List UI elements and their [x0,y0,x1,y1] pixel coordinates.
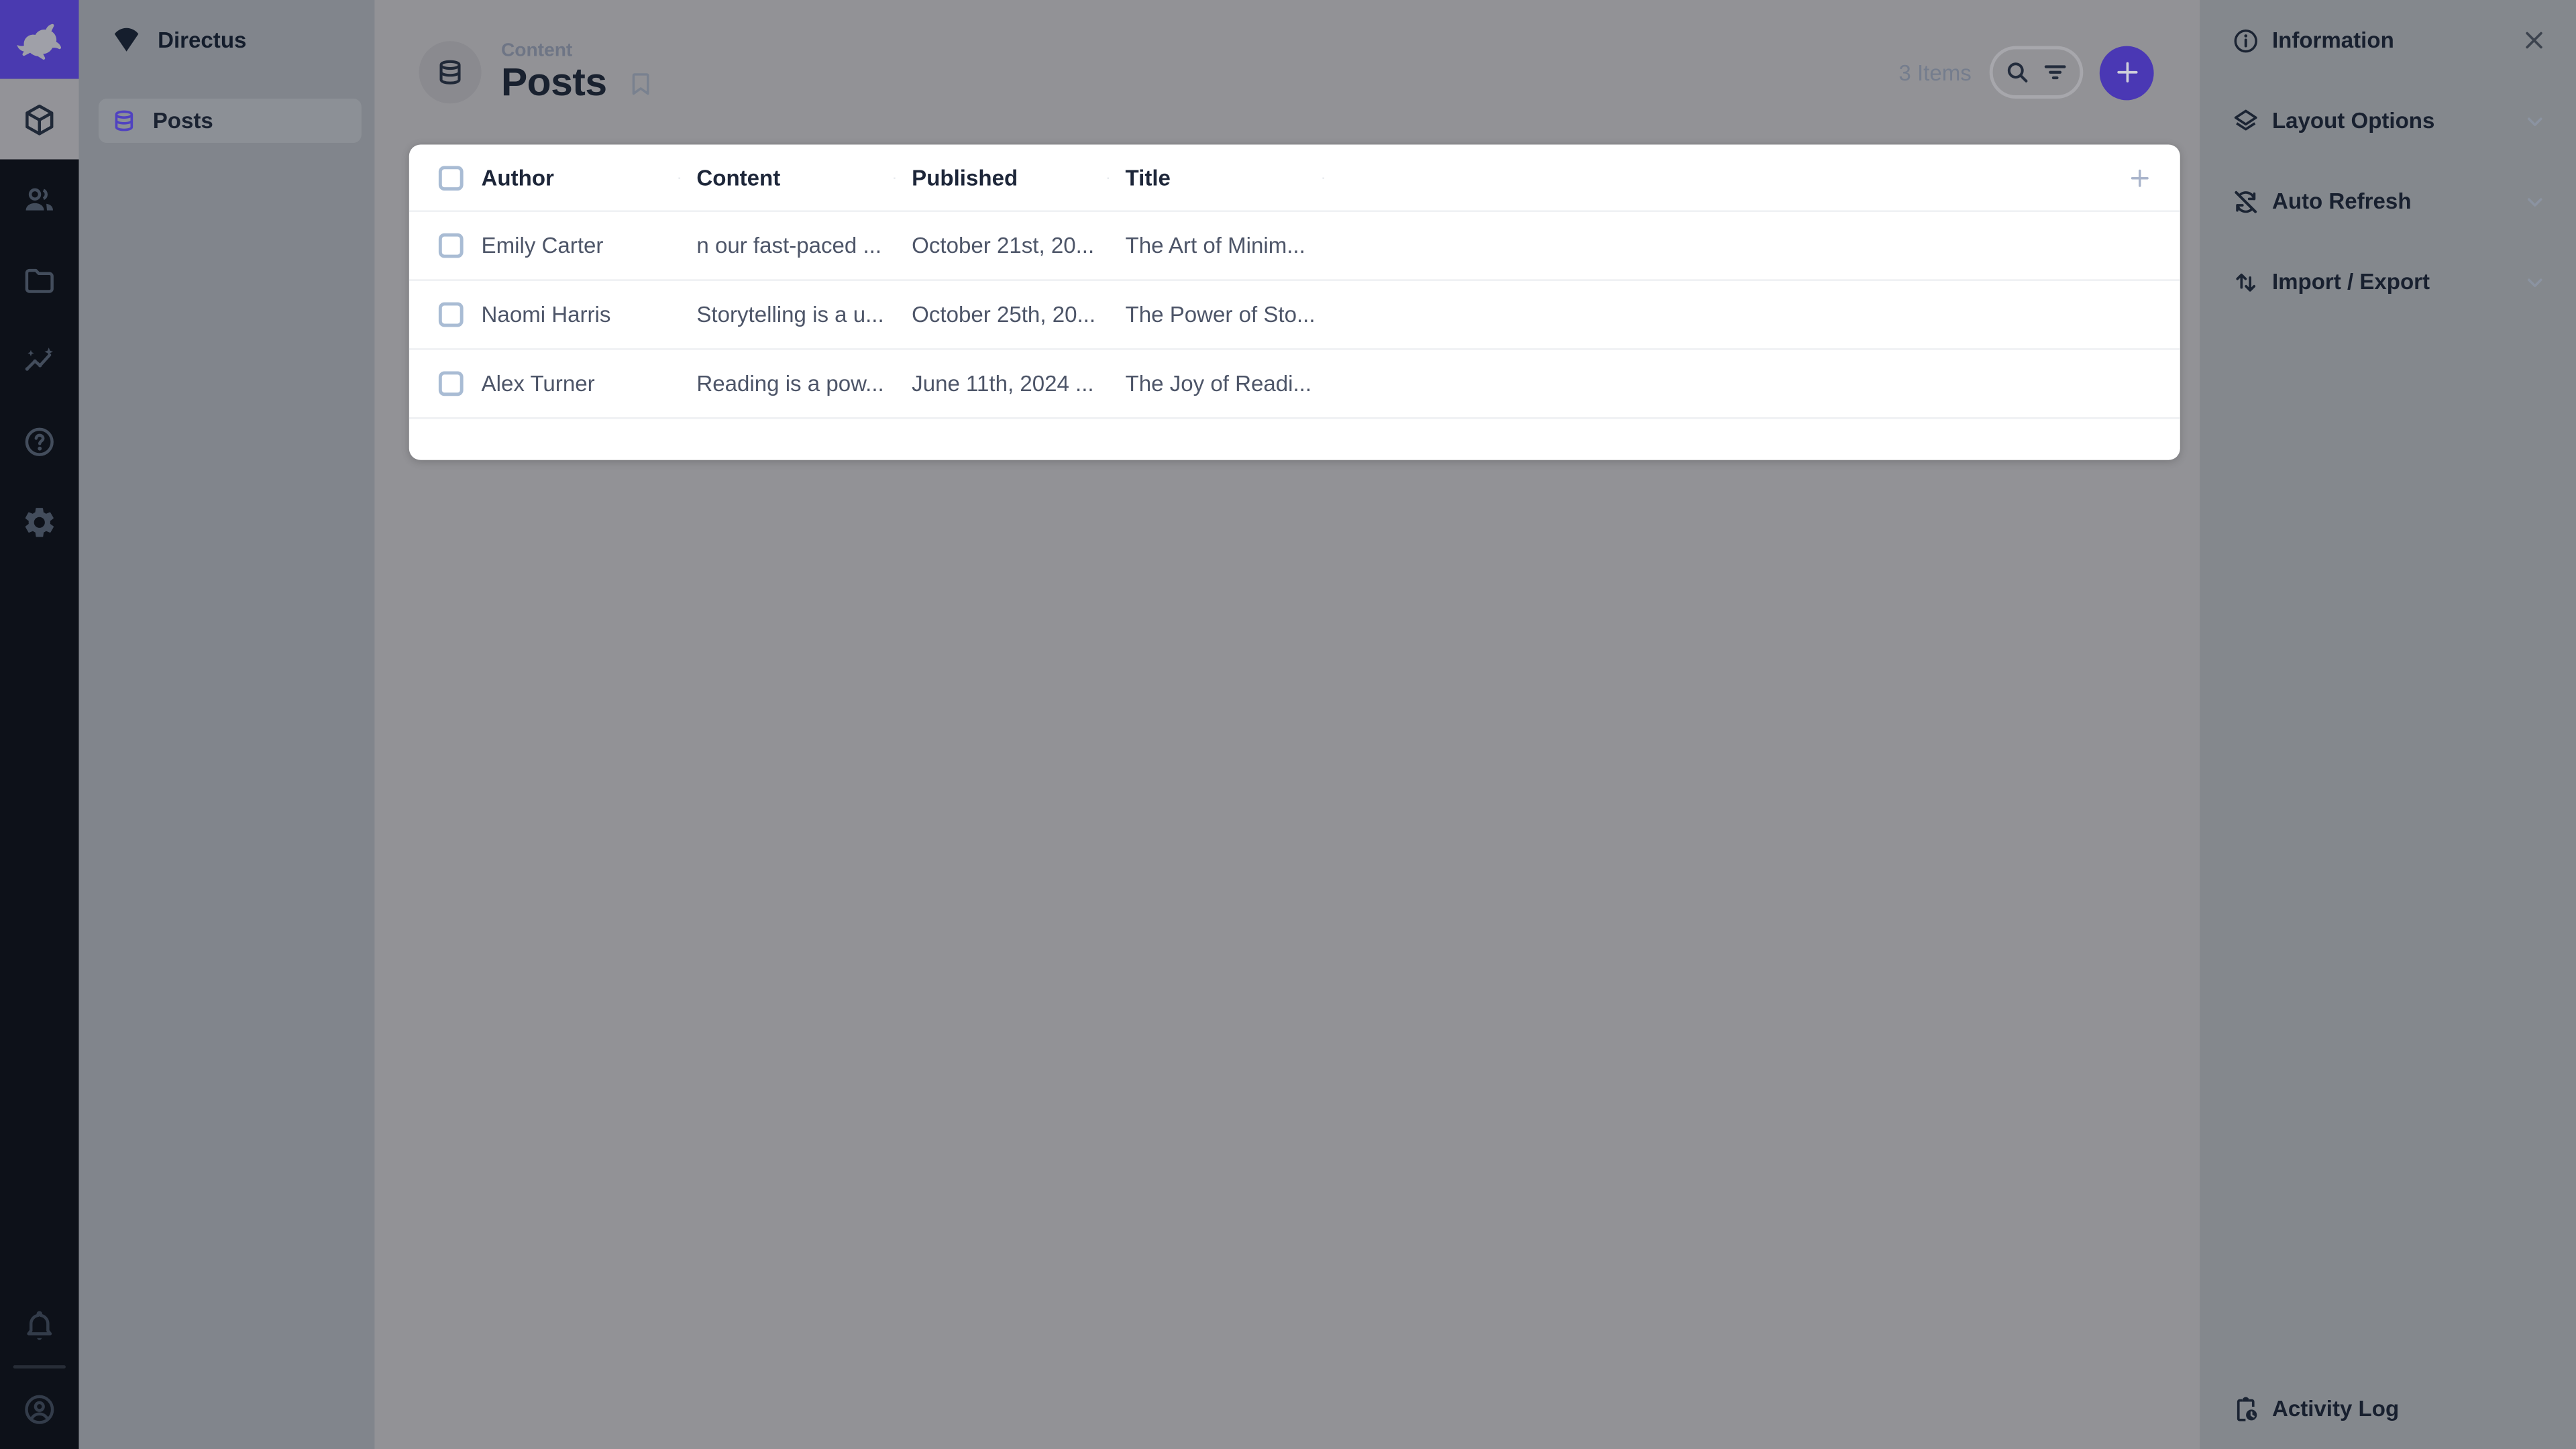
activity-log-label: Activity Log [2272,1397,2399,1421]
plus-icon [2110,56,2143,89]
box-icon [21,101,58,138]
bookmark-icon [627,69,656,99]
notifications-button[interactable] [0,1285,79,1365]
breadcrumb: Content [501,40,607,62]
insights-icon [21,343,58,379]
sidebar-section-layout-options[interactable]: Layout Options [2200,80,2576,161]
close-sidebar-button[interactable] [2520,26,2548,54]
cell-published: October 25th, 20... [896,303,1109,327]
page-header: Content Posts 3 Items [374,0,2200,145]
create-item-button[interactable] [2100,45,2154,99]
search-icon [2002,58,2032,87]
settings-icon [21,504,58,540]
module-bar-spacer [0,562,79,1285]
swap-vert-icon [2231,267,2261,297]
column-header-title[interactable]: Title [1109,165,1324,190]
close-icon [2520,26,2548,54]
database-icon [110,107,138,135]
column-header-content[interactable]: Content [680,165,896,190]
select-all-checkbox[interactable] [439,165,464,190]
nav-item-posts[interactable]: Posts [99,99,362,143]
bell-icon [21,1307,58,1343]
project-header[interactable]: Directus [79,0,375,79]
search-filter-pill[interactable] [1990,46,2084,99]
header-actions: 3 Items [1898,45,2153,99]
chevron-down-icon [2522,268,2548,294]
table-header-row: Author Content Published Title [409,145,2180,212]
help-icon [21,423,58,460]
cell-author: Alex Turner [482,371,680,396]
info-sidebar: Information Layout Options [2200,0,2576,1449]
module-content[interactable] [0,79,79,160]
sidebar-section-label: Information [2272,28,2394,53]
cell-published: June 11th, 2024 ... [896,371,1109,396]
directus-logo[interactable] [0,0,79,79]
row-checkbox[interactable] [439,371,464,396]
account-circle-icon [21,1391,58,1427]
cell-content: Storytelling is a u... [680,303,896,327]
items-count: 3 Items [1898,60,1971,85]
cell-author: Naomi Harris [482,303,680,327]
collection-icon-chip[interactable] [419,41,481,103]
project-icon [110,23,143,56]
column-header-published[interactable]: Published [896,165,1109,190]
rabbit-logo-icon [15,15,64,64]
sync-disabled-icon [2231,186,2261,216]
bookmark-button[interactable] [627,69,656,99]
cell-title: The Joy of Readi... [1109,371,1324,396]
module-insights[interactable] [0,321,79,401]
table-row[interactable]: Naomi Harris Storytelling is a u... Octo… [409,281,2180,350]
sidebar-section-label: Layout Options [2272,109,2434,133]
row-checkbox[interactable] [439,233,464,258]
navigation-sidebar: Directus Posts [79,0,375,1449]
chevron-down-icon [2522,188,2548,214]
column-header-author[interactable]: Author [482,165,680,190]
layers-icon [2231,106,2261,136]
app-root: Directus Posts [0,0,2576,1449]
sidebar-section-label: Import / Export [2272,270,2430,294]
module-bar [0,0,79,1449]
page-title: Posts [501,62,607,105]
nav-item-label: Posts [153,109,213,133]
folder-icon [21,262,58,299]
add-column-button[interactable] [2126,164,2154,192]
cell-title: The Art of Minim... [1109,233,1324,258]
sidebar-spacer [2200,322,2576,1368]
filter-icon [2041,58,2070,87]
main-content: Content Posts 3 Items [374,0,2200,1449]
items-table-card: Author Content Published Title [409,145,2180,460]
sidebar-section-label: Auto Refresh [2272,189,2412,214]
info-icon [2231,25,2261,55]
cell-author: Emily Carter [482,233,680,258]
account-button[interactable] [0,1368,79,1449]
plus-icon [2126,164,2154,192]
table-row[interactable]: Alex Turner Reading is a pow... June 11t… [409,350,2180,419]
sidebar-section-import-export[interactable]: Import / Export [2200,241,2576,322]
people-icon [21,182,58,218]
module-file-library[interactable] [0,240,79,321]
cell-content: Reading is a pow... [680,371,896,396]
title-block: Content Posts [501,40,607,105]
sidebar-activity-log[interactable]: Activity Log [2200,1368,2576,1449]
sidebar-section-auto-refresh[interactable]: Auto Refresh [2200,161,2576,241]
sidebar-section-information[interactable]: Information [2200,0,2576,80]
project-name: Directus [158,27,246,52]
activity-log-icon [2231,1394,2261,1424]
cell-title: The Power of Sto... [1109,303,1324,327]
cell-content: n our fast-paced ... [680,233,896,258]
row-checkbox[interactable] [439,303,464,327]
chevron-down-icon [2522,107,2548,133]
database-icon [434,56,467,89]
cell-published: October 21st, 20... [896,233,1109,258]
module-user-directory[interactable] [0,160,79,240]
module-help[interactable] [0,401,79,482]
table-row[interactable]: Emily Carter n our fast-paced ... Octobe… [409,212,2180,281]
module-settings[interactable] [0,482,79,562]
